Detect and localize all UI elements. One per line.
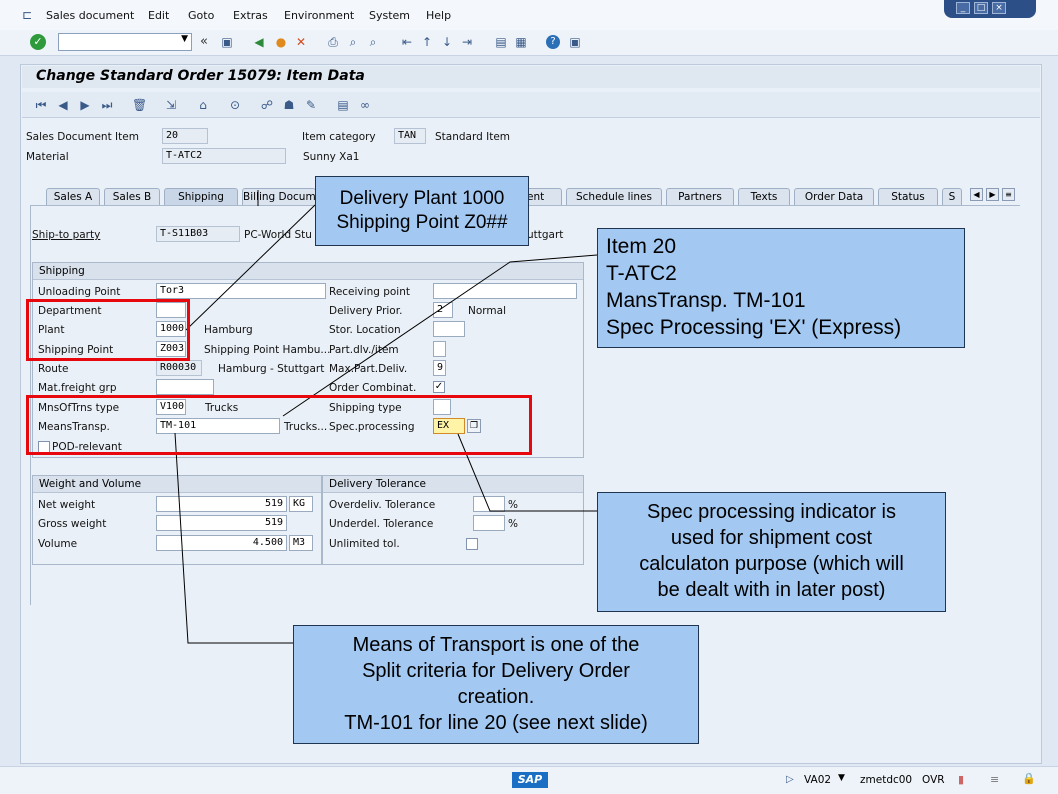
callout-plant: Delivery Plant 1000 Shipping Point Z0## — [315, 176, 529, 246]
callout-plant-line: Shipping Point Z0## — [336, 212, 508, 233]
status-transaction: VA02 — [804, 774, 832, 786]
status-alert-icon: ▮ — [958, 773, 965, 786]
connector-line-plant — [185, 204, 316, 331]
callout-means-line: TM-101 for line 20 (see next slide) — [344, 712, 648, 734]
callout-spec-processing: Spec processing indicator is used for sh… — [597, 492, 946, 612]
status-expand-icon[interactable]: ▷ — [786, 774, 794, 785]
status-lock-icon: 🔒 — [1022, 772, 1036, 785]
callout-item-line: T-ATC2 — [606, 262, 677, 285]
status-server: zmetdc00 — [860, 774, 913, 786]
callout-spec-line: calculaton purpose (which will — [639, 553, 904, 575]
callout-means-line: creation. — [457, 686, 535, 708]
sap-logo: SAP — [512, 772, 548, 788]
callout-spec-line: used for shipment cost — [670, 527, 873, 549]
highlight-plant-shipping-point — [26, 299, 190, 361]
callout-plant-line: Delivery Plant 1000 — [339, 188, 505, 209]
callout-means-of-transport: Means of Transport is one of the Split c… — [293, 625, 699, 744]
connector-line-item — [282, 254, 598, 417]
callout-item-line: MansTransp. TM-101 — [606, 289, 806, 312]
callout-item: Item 20 T-ATC2 MansTransp. TM-101 Spec P… — [597, 228, 965, 348]
callout-item-line: Spec Processing 'EX' (Express) — [606, 316, 902, 339]
callout-means-line: Split criteria for Delivery Order — [362, 660, 630, 682]
callout-spec-line: Spec processing indicator is — [646, 501, 896, 523]
callout-spec-line: be dealt with in later post) — [657, 579, 886, 601]
connector-line-means — [174, 432, 293, 644]
status-mode: OVR — [922, 774, 945, 786]
callout-means-line: Means of Transport is one of the — [352, 634, 640, 656]
status-bar: SAP ▷ VA02 ▼ zmetdc00 OVR ▮ ≡ 🔒 — [0, 766, 1058, 794]
status-dropdown-icon[interactable]: ▼ — [838, 773, 845, 783]
status-layout-icon: ≡ — [990, 773, 1000, 786]
callout-item-line: Item 20 — [606, 235, 677, 258]
highlight-transport-fields — [26, 395, 532, 455]
